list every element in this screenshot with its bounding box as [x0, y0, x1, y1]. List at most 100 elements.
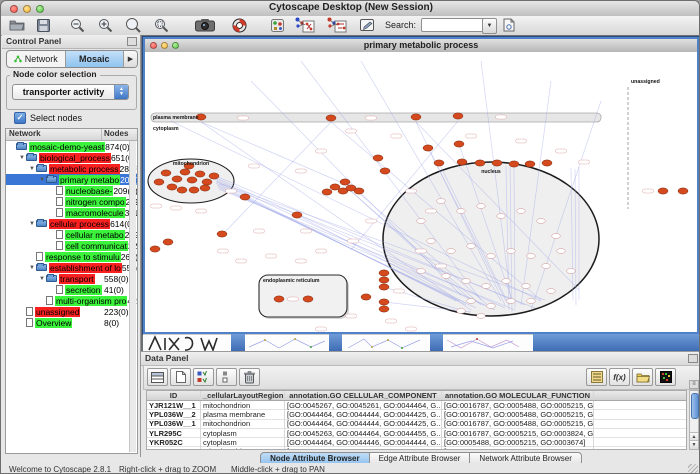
- gene-node[interactable]: [658, 188, 668, 194]
- annotate-network-button[interactable]: [325, 17, 349, 33]
- tiny-node[interactable]: [467, 244, 476, 249]
- tree-row-cell-communicat[interactable]: cell communicat22(0): [6, 240, 137, 251]
- tiny-node[interactable]: [542, 264, 551, 269]
- tiny-node[interactable]: [457, 209, 466, 214]
- table-row-ydr039c__1[interactable]: YDR039C__1mitochondrion[GO:0044464, GO:0…: [147, 447, 686, 450]
- tiny-node[interactable]: [522, 284, 531, 289]
- gene-node[interactable]: [678, 188, 688, 194]
- import-attributes-button[interactable]: [586, 368, 607, 386]
- gene-node[interactable]: [303, 296, 313, 302]
- tab-mosaic[interactable]: Mosaic: [66, 51, 125, 67]
- attribute-modify-button[interactable]: [216, 368, 237, 386]
- resize-grip[interactable]: [688, 464, 698, 474]
- save-session-button[interactable]: [33, 17, 53, 33]
- tree-row-response-to-stimulu[interactable]: response to stimulu264(0): [6, 251, 137, 262]
- tiny-node[interactable]: [552, 234, 561, 239]
- expander-icon[interactable]: ▼: [38, 276, 46, 282]
- tree-row-cellular-metabo[interactable]: cellular metabo209(0): [6, 229, 137, 240]
- delete-attribute-button[interactable]: [239, 368, 260, 386]
- background-window-graph-1[interactable]: [245, 334, 329, 352]
- zoom-fit-button[interactable]: [123, 17, 143, 33]
- network-window-titlebar[interactable]: primary metabolic process: [145, 39, 697, 53]
- gene-node[interactable]: [217, 231, 227, 237]
- table-corner-button[interactable]: ≡: [689, 380, 699, 389]
- gene-node[interactable]: [354, 188, 364, 194]
- tiny-node[interactable]: [467, 299, 476, 304]
- gene-node[interactable]: [172, 176, 182, 182]
- tiny-node[interactable]: [457, 309, 466, 314]
- column-header-annotation[interactable]: annotation.GO MOLECULAR_FUNCTION: [442, 391, 594, 400]
- tiny-node[interactable]: [447, 249, 456, 254]
- gene-node[interactable]: [542, 160, 552, 166]
- gene-node[interactable]: [240, 194, 250, 200]
- gene-node[interactable]: [274, 296, 284, 302]
- gene-node[interactable]: [379, 277, 389, 283]
- tiny-node[interactable]: [507, 249, 516, 254]
- vizmapper-button[interactable]: [267, 17, 287, 33]
- background-window-graph-2[interactable]: [342, 334, 430, 352]
- tree-row-primary-metabo[interactable]: ▼primary metabo209(...: [6, 174, 137, 185]
- gene-node[interactable]: [509, 161, 519, 167]
- column-header-id[interactable]: ID: [147, 391, 201, 400]
- search-config-button[interactable]: [499, 17, 519, 33]
- tree-row-secretion[interactable]: secretion41(0): [6, 284, 137, 295]
- open-session-button[interactable]: [7, 17, 27, 33]
- tree-scrollbar[interactable]: [129, 141, 136, 452]
- tiny-node[interactable]: [507, 299, 516, 304]
- tiny-node[interactable]: [537, 219, 546, 224]
- tiny-node[interactable]: [462, 279, 471, 284]
- gene-node[interactable]: [454, 141, 464, 147]
- node-color-dropdown[interactable]: transporter activity ▲▼: [12, 84, 129, 100]
- search-dropdown-arrow[interactable]: ▼: [482, 18, 497, 34]
- gene-node[interactable]: [411, 114, 421, 120]
- expander-icon[interactable]: ▼: [18, 155, 26, 161]
- gene-node[interactable]: [154, 179, 164, 185]
- gene-node[interactable]: [379, 284, 389, 290]
- gene-node[interactable]: [525, 161, 535, 167]
- gene-node[interactable]: [434, 160, 444, 166]
- background-window-edge[interactable]: [329, 334, 342, 351]
- tiny-node[interactable]: [547, 289, 556, 294]
- gene-node[interactable]: [161, 170, 171, 176]
- gene-node[interactable]: [187, 177, 197, 183]
- tiny-node[interactable]: [417, 219, 426, 224]
- tree-row-mosaic-demo-yeast[interactable]: mosaic-demo-yeast874(0): [6, 141, 137, 152]
- gene-node[interactable]: [373, 155, 383, 161]
- select-attributes-button[interactable]: [147, 368, 168, 386]
- gene-node[interactable]: [361, 294, 371, 300]
- tree-row-unassigned[interactable]: unassigned223(0): [6, 306, 137, 317]
- gene-node[interactable]: [209, 173, 219, 179]
- gene-node[interactable]: [167, 184, 177, 190]
- tree-row-nitrogen-compo[interactable]: nitrogen compo209(0): [6, 196, 137, 207]
- expander-icon[interactable]: ▼: [38, 177, 46, 183]
- gene-node[interactable]: [457, 159, 467, 165]
- tree-row-multi-organism-pro[interactable]: multi-organism pro42(0): [6, 295, 137, 306]
- gene-node[interactable]: [453, 113, 463, 119]
- background-window-graph-3[interactable]: [443, 334, 523, 352]
- background-window-edge[interactable]: [430, 334, 443, 351]
- tree-row-cellular-process[interactable]: ▼cellular process614(0): [6, 218, 137, 229]
- gene-node[interactable]: [379, 306, 389, 312]
- tiny-node[interactable]: [502, 279, 511, 284]
- tabs-overflow-arrow[interactable]: ▶: [124, 51, 137, 67]
- network-canvas[interactable]: plasma membranecytoplasmmitochondrionnuc…: [145, 52, 697, 332]
- float-panel-icon[interactable]: [688, 354, 698, 363]
- tree-header-network[interactable]: Network: [6, 129, 102, 140]
- tiny-node[interactable]: [427, 239, 436, 244]
- tiny-node[interactable]: [567, 269, 576, 274]
- gene-node[interactable]: [202, 179, 212, 185]
- open-attribute-file-button[interactable]: [632, 368, 653, 386]
- zoom-selected-button[interactable]: [151, 17, 171, 33]
- gene-node[interactable]: [195, 171, 205, 177]
- float-panel-icon[interactable]: [127, 37, 137, 46]
- tree-row-metabolic-process[interactable]: ▼metabolic process280(0): [6, 163, 137, 174]
- background-window-fragment[interactable]: [523, 334, 533, 352]
- tree-row-biological-process[interactable]: ▼biological_process651(0): [6, 152, 137, 163]
- tab-network[interactable]: Network: [7, 51, 66, 67]
- select-nodes-checkbox[interactable]: ✓: [14, 112, 26, 124]
- table-row-yjr121w__1[interactable]: YJR121W__1mitochondrion[GO:0045267, GO:0…: [147, 401, 686, 410]
- tiny-node[interactable]: [477, 314, 486, 319]
- column-header-annotation[interactable]: annotation.GO CELLULAR_COMPONENT: [285, 391, 442, 400]
- gene-node[interactable]: [163, 239, 173, 245]
- expander-icon[interactable]: ▼: [28, 166, 36, 172]
